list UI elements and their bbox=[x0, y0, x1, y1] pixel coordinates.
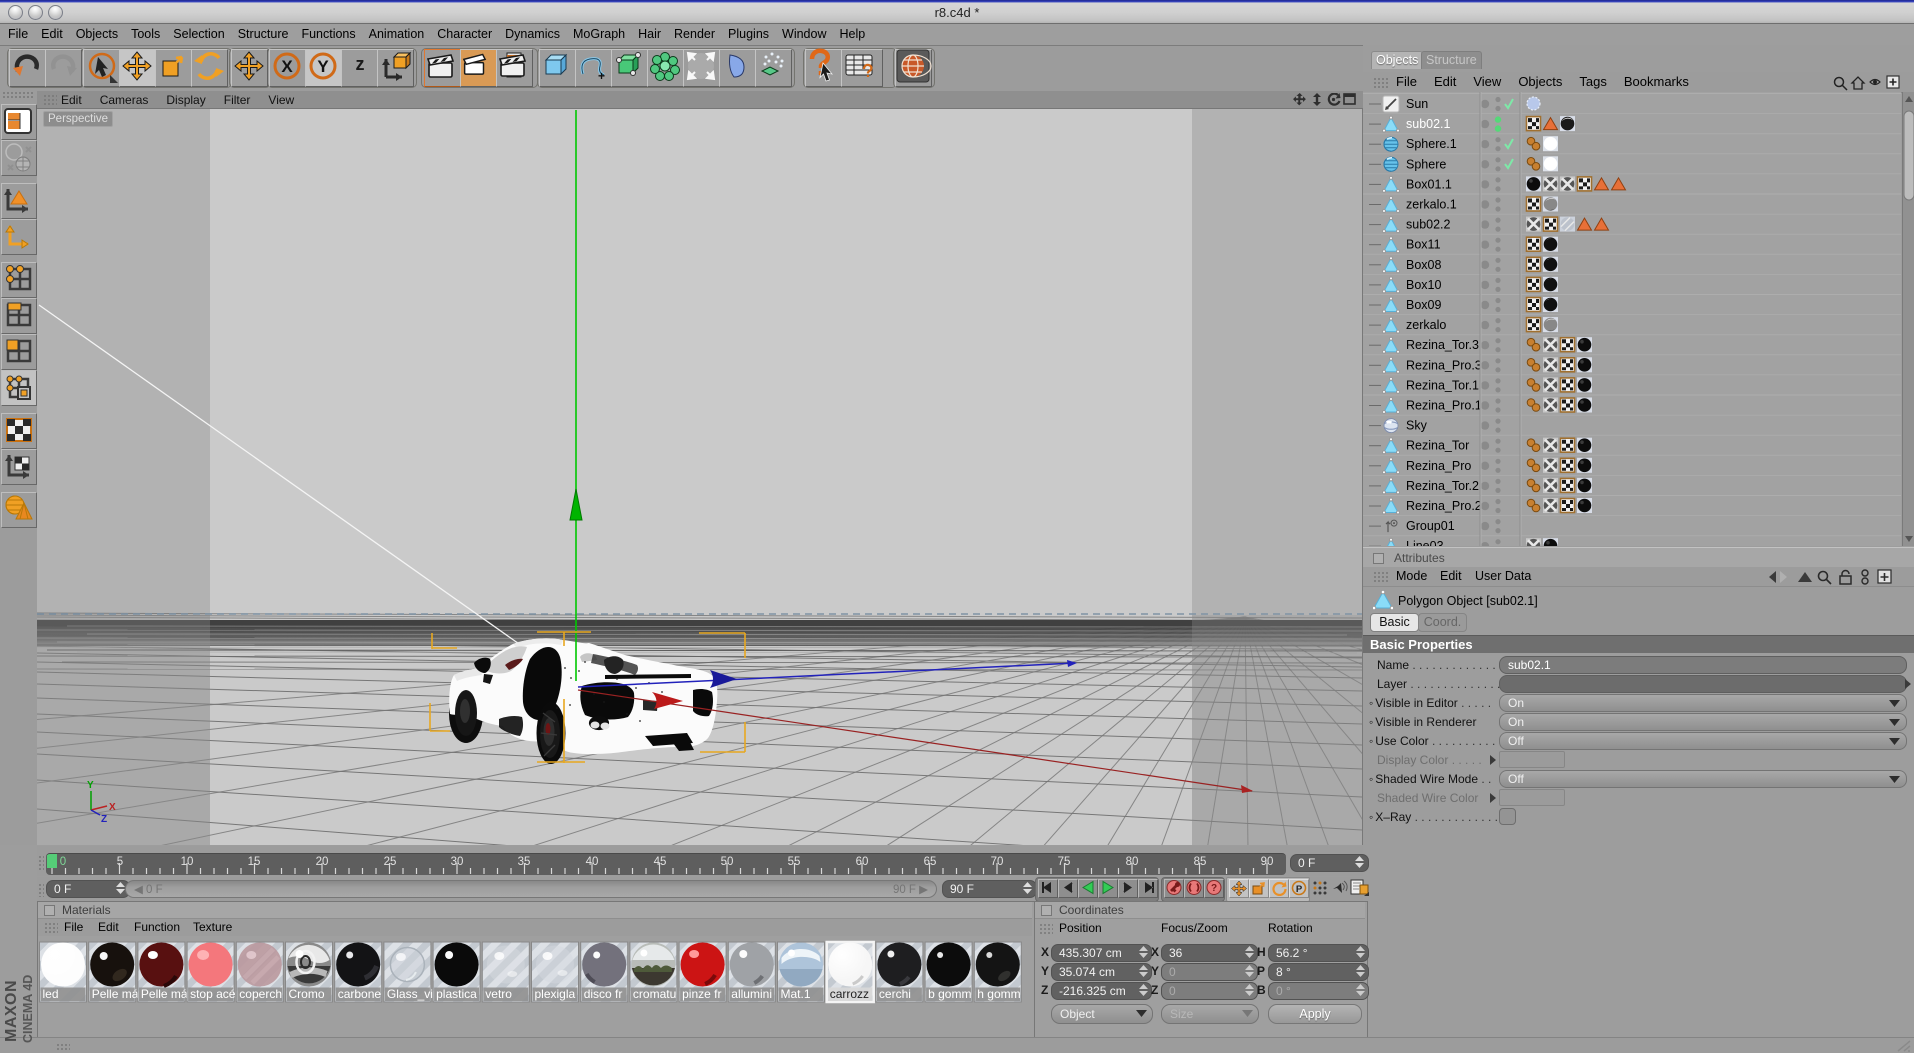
svg-text:Box09: Box09 bbox=[1406, 298, 1441, 312]
svg-text:plastica: plastica bbox=[436, 987, 477, 1001]
svg-text:carrozz: carrozz bbox=[830, 987, 869, 1001]
svg-text:Rezina_Pro.2: Rezina_Pro.2 bbox=[1406, 499, 1482, 513]
svg-text:Rezina_Pro.1: Rezina_Pro.1 bbox=[1406, 399, 1482, 413]
svg-text:Box08: Box08 bbox=[1406, 258, 1441, 272]
svg-text:Box01.1: Box01.1 bbox=[1406, 177, 1452, 191]
svg-text:zerkalo.1: zerkalo.1 bbox=[1406, 198, 1457, 212]
svg-text:Mat.1: Mat.1 bbox=[781, 987, 811, 1001]
svg-text:sub02.2: sub02.2 bbox=[1406, 218, 1451, 232]
svg-text:disco fr: disco fr bbox=[584, 987, 623, 1001]
svg-text:Rezina_Tor.3: Rezina_Tor.3 bbox=[1406, 338, 1479, 352]
svg-text:Y: Y bbox=[317, 57, 329, 76]
svg-text:Line03: Line03 bbox=[1406, 539, 1444, 546]
svg-text:Rezina_Tor: Rezina_Tor bbox=[1406, 439, 1469, 453]
svg-text:pinze fr: pinze fr bbox=[682, 987, 721, 1001]
svg-text:Rezina_Pro: Rezina_Pro bbox=[1406, 459, 1471, 473]
svg-text:Z: Z bbox=[101, 814, 107, 825]
svg-text:Sky: Sky bbox=[1406, 419, 1428, 433]
svg-text:Cromo: Cromo bbox=[289, 987, 325, 1001]
svg-text:Glass_vi: Glass_vi bbox=[387, 987, 433, 1001]
svg-text:Rezina_Pro.3: Rezina_Pro.3 bbox=[1406, 358, 1482, 372]
svg-text:carbone: carbone bbox=[338, 987, 382, 1001]
svg-text:led: led bbox=[43, 987, 59, 1001]
svg-text:stop acé: stop acé bbox=[190, 987, 236, 1001]
svg-text:X: X bbox=[281, 57, 293, 76]
svg-text:P: P bbox=[1296, 884, 1303, 895]
svg-text:vetro: vetro bbox=[485, 987, 512, 1001]
svg-text:Y: Y bbox=[87, 780, 94, 791]
svg-text:MAXON: MAXON bbox=[3, 980, 20, 1042]
svg-text:coperch: coperch bbox=[239, 987, 282, 1001]
svg-text:zerkalo: zerkalo bbox=[1406, 318, 1446, 332]
svg-text:Box10: Box10 bbox=[1406, 278, 1441, 292]
svg-text:Sphere.1: Sphere.1 bbox=[1406, 137, 1457, 151]
svg-text:Group01: Group01 bbox=[1406, 519, 1455, 533]
svg-text:sub02.1: sub02.1 bbox=[1406, 117, 1451, 131]
svg-text:Sphere: Sphere bbox=[1406, 157, 1446, 171]
svg-text:Rezina_Tor.1: Rezina_Tor.1 bbox=[1406, 378, 1479, 392]
svg-text:Sun: Sun bbox=[1406, 97, 1428, 111]
svg-text:?: ? bbox=[1211, 883, 1217, 894]
svg-text:0: 0 bbox=[60, 856, 66, 868]
svg-text:Pelle má: Pelle má bbox=[92, 987, 139, 1001]
svg-text:cromatu: cromatu bbox=[633, 987, 676, 1001]
svg-text:z: z bbox=[356, 54, 365, 74]
svg-text:plexigla: plexigla bbox=[535, 987, 576, 1001]
svg-text:X: X bbox=[109, 802, 116, 813]
svg-text:h gomm: h gomm bbox=[977, 987, 1020, 1001]
svg-text:cerchi: cerchi bbox=[879, 987, 911, 1001]
svg-text:Box11: Box11 bbox=[1406, 238, 1441, 252]
svg-text:b gomm: b gomm bbox=[928, 987, 971, 1001]
svg-text:Rezina_Tor.2: Rezina_Tor.2 bbox=[1406, 479, 1479, 493]
svg-text:Pelle má: Pelle má bbox=[141, 987, 188, 1001]
svg-text:CINEMA 4D: CINEMA 4D bbox=[21, 975, 35, 1043]
svg-text:allumini: allumini bbox=[731, 987, 772, 1001]
svg-text:+: + bbox=[598, 69, 605, 83]
